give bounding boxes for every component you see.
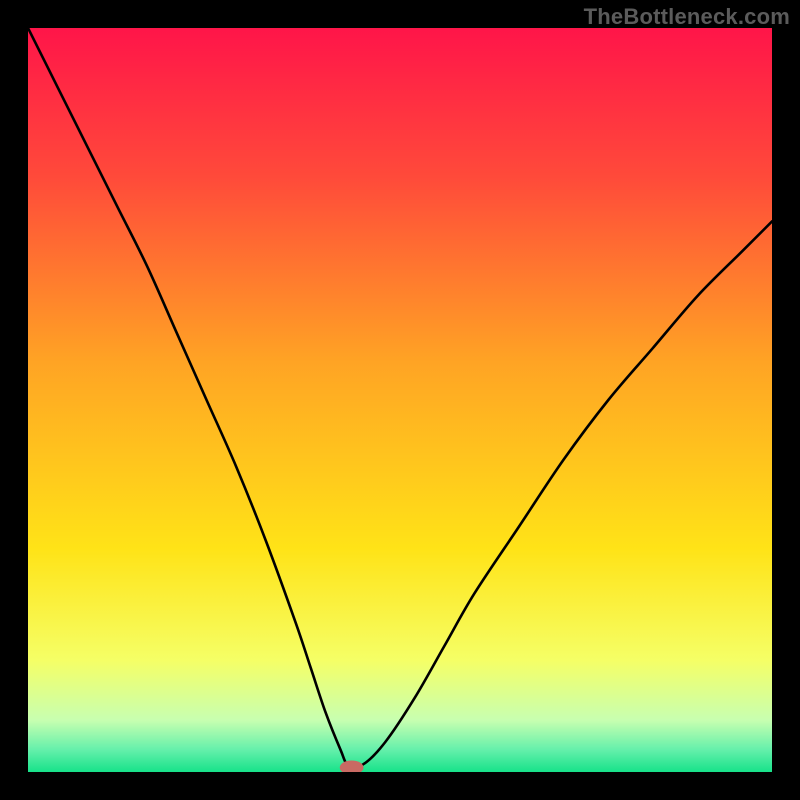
bottleneck-chart (28, 28, 772, 772)
gradient-background (28, 28, 772, 772)
plot-area (28, 28, 772, 772)
watermark-text: TheBottleneck.com (584, 4, 790, 30)
chart-frame: TheBottleneck.com (0, 0, 800, 800)
